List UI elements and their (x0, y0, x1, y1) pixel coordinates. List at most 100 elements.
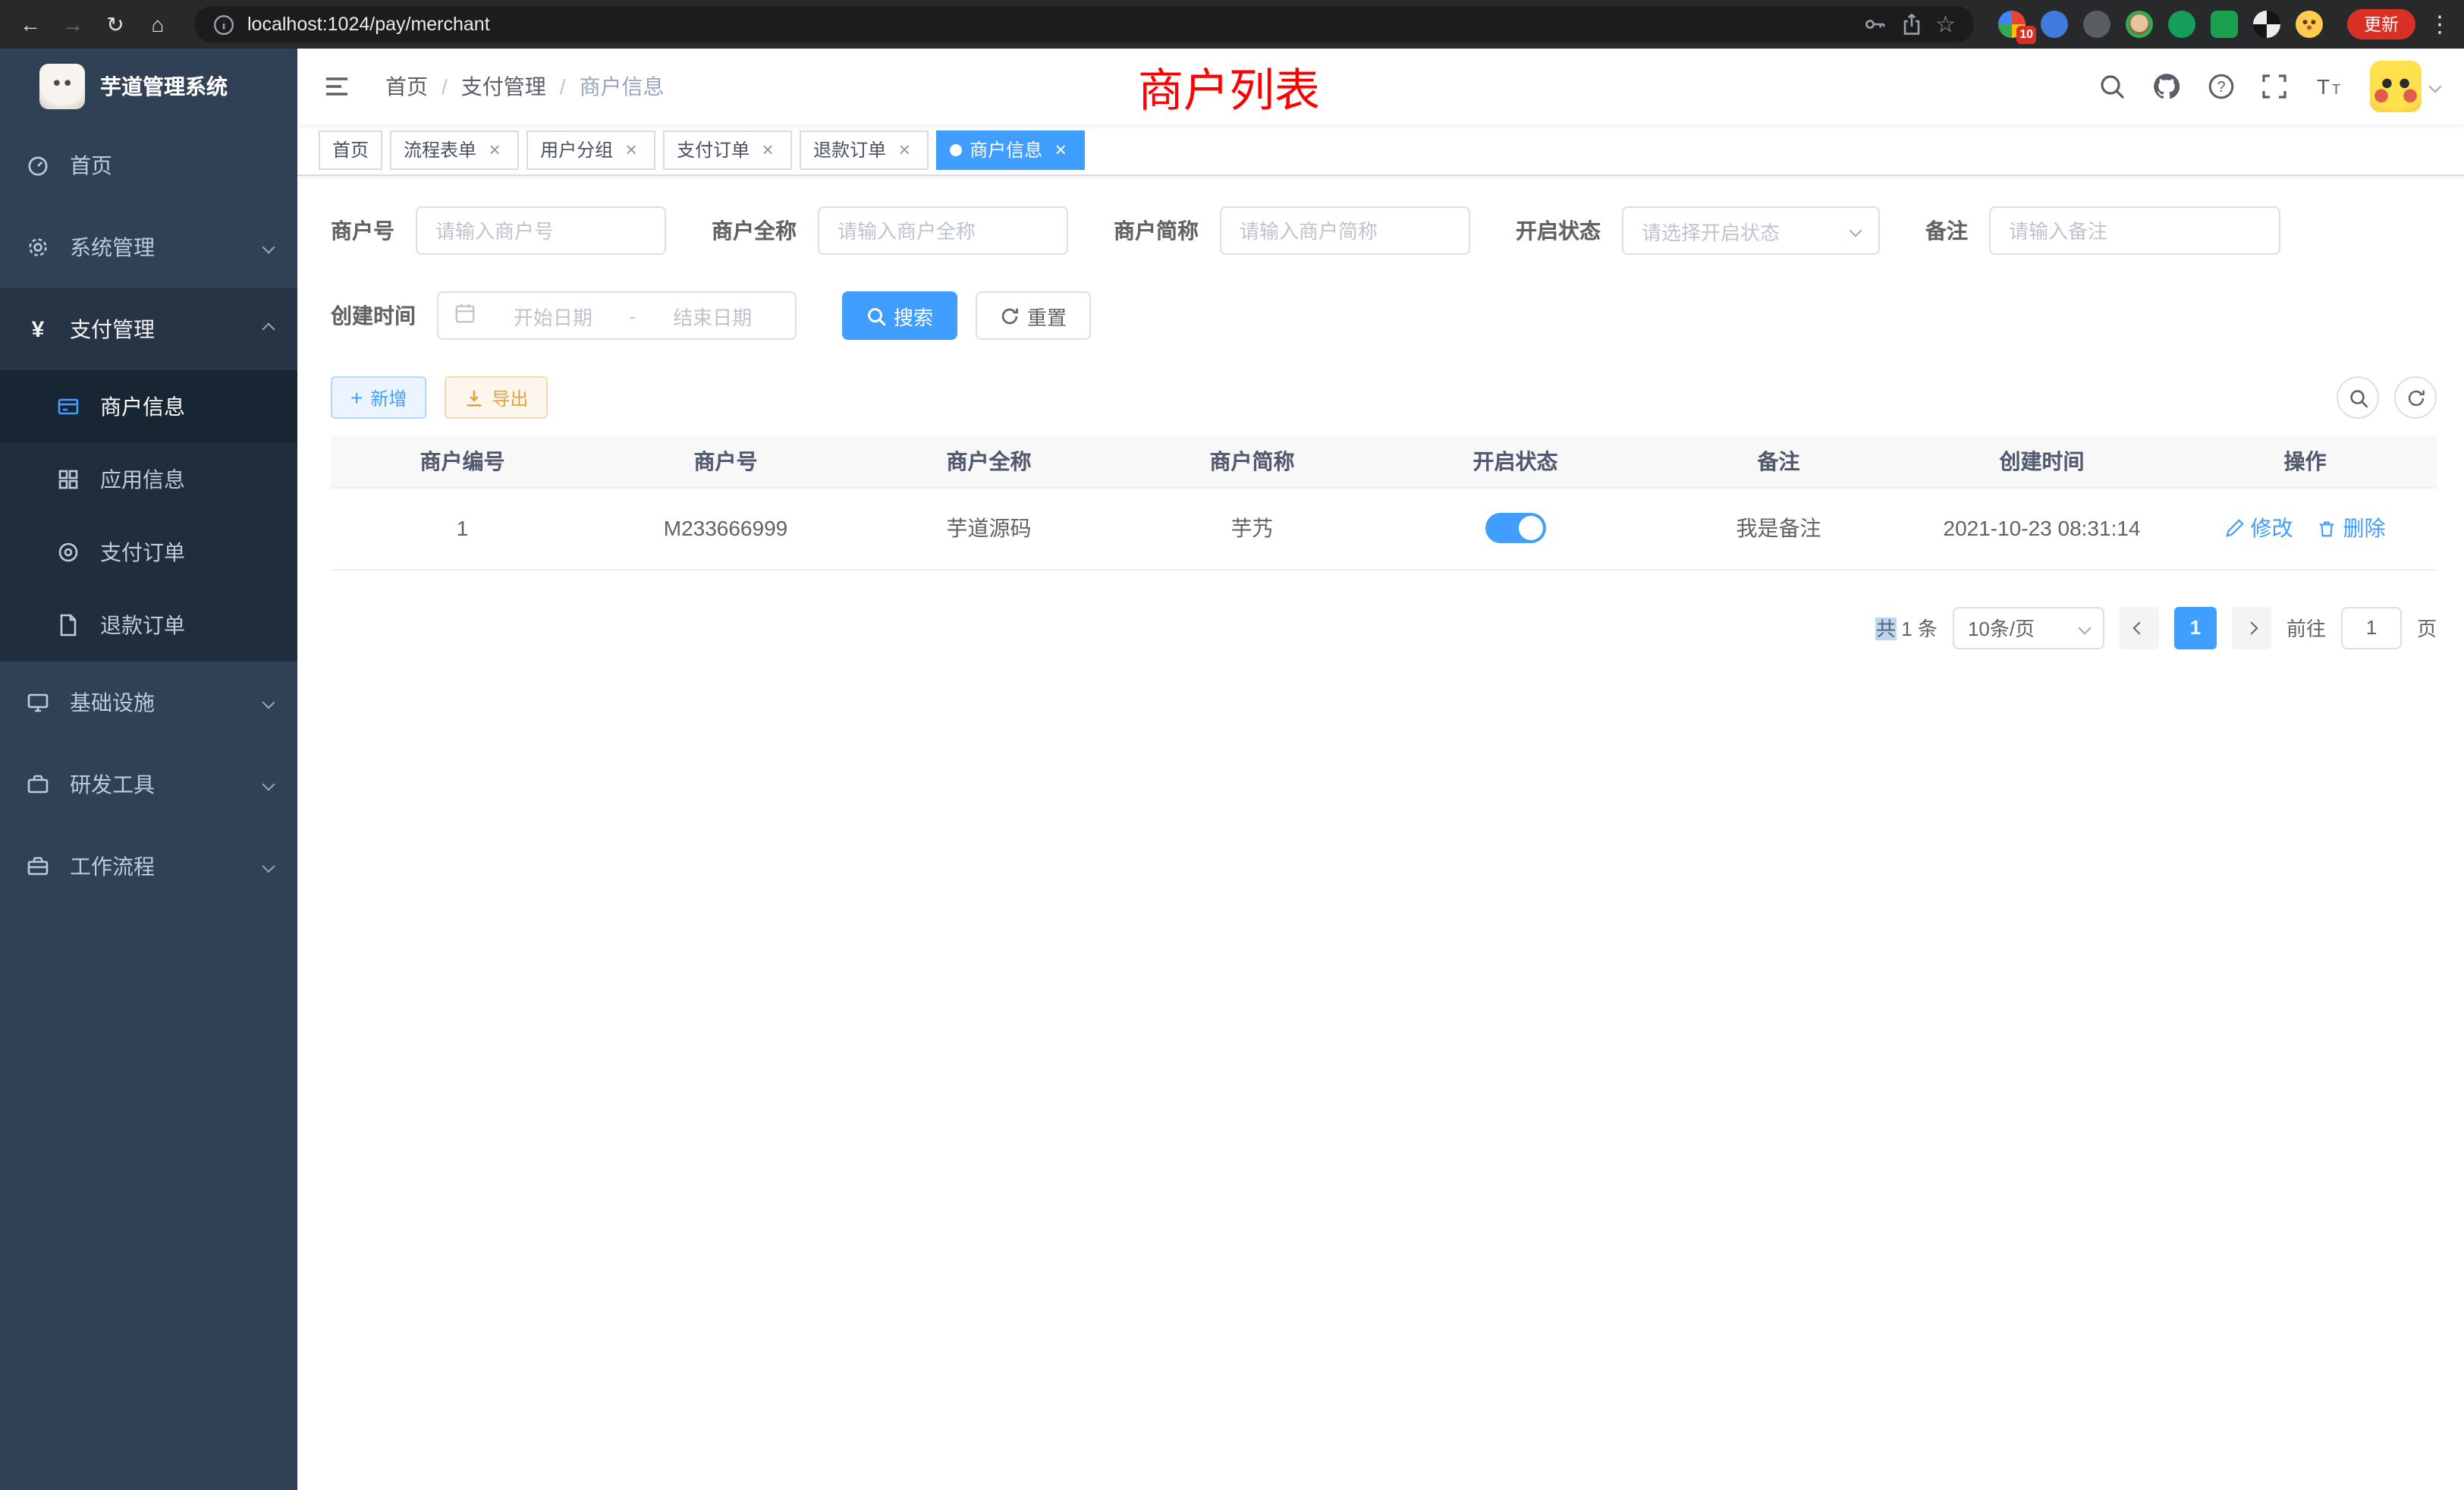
forward-button[interactable]: → (55, 6, 91, 42)
gear-icon (24, 235, 52, 259)
font-size-icon[interactable]: TT (2314, 71, 2344, 102)
close-icon[interactable]: × (1050, 139, 1071, 160)
sidebar-item-infrastructure[interactable]: 基础设施 (0, 662, 297, 743)
page-1-button[interactable]: 1 (2174, 606, 2217, 649)
logo-avatar (39, 64, 85, 109)
extension-smiley-icon[interactable] (2296, 11, 2323, 38)
plus-icon (350, 386, 363, 409)
sidebar-item-workflow[interactable]: 工作流程 (0, 825, 297, 907)
filter-merchant-no: 商户号 (331, 206, 666, 255)
search-button[interactable]: 搜索 (842, 291, 957, 340)
filter-status: 开启状态 请选择开启状态 (1516, 206, 1880, 255)
filter-row-2: 创建时间 开始日期 - 结束日期 搜索 (331, 291, 2437, 340)
extension-green-circle-icon[interactable] (2168, 11, 2195, 38)
browser-window: ← → ↻ ⌂ localhost:1024/pay/merchant ☆ 10 (0, 0, 2464, 1490)
sidebar-subitem-app-info[interactable]: 应用信息 (0, 443, 297, 516)
goto-page-input[interactable] (2341, 606, 2402, 649)
briefcase-icon (24, 854, 52, 879)
breadcrumb-item-merchant-info: 商户信息 (580, 71, 665, 102)
app-root: 芋道管理系统 首页 系统管理 ¥ 支付管 (0, 49, 2464, 1490)
remark-input[interactable] (1989, 206, 2280, 255)
close-icon[interactable]: × (621, 139, 642, 160)
tab-merchant-info[interactable]: 商户信息 × (936, 130, 1085, 169)
edit-link[interactable]: 修改 (2225, 513, 2293, 543)
sidebar-item-system[interactable]: 系统管理 (0, 206, 297, 288)
share-icon[interactable] (1899, 12, 1923, 36)
sidebar-item-home[interactable]: 首页 (0, 124, 297, 206)
sidebar-subitem-refund-order[interactable]: 退款订单 (0, 589, 297, 662)
tab-process-form[interactable]: 流程表单 × (390, 130, 519, 169)
close-icon[interactable]: × (757, 139, 778, 160)
sidebar-item-devtools[interactable]: 研发工具 (0, 743, 297, 825)
reset-button[interactable]: 重置 (976, 291, 1091, 340)
next-page-button[interactable] (2232, 606, 2271, 649)
chrome-update-button[interactable]: 更新 (2347, 9, 2415, 39)
browser-chrome: ← → ↻ ⌂ localhost:1024/pay/merchant ☆ 10 (0, 0, 2464, 49)
site-info-icon[interactable] (212, 13, 235, 36)
sidebar: 芋道管理系统 首页 系统管理 ¥ 支付管 (0, 49, 297, 1490)
tab-payment-order[interactable]: 支付订单 × (663, 130, 792, 169)
short-name-input[interactable] (1220, 206, 1470, 255)
extension-green-square-icon[interactable] (2211, 11, 2238, 38)
prev-page-button[interactable] (2120, 606, 2159, 649)
toggle-search-button[interactable] (2337, 376, 2379, 419)
close-icon[interactable]: × (894, 139, 915, 160)
extensions-area: 10 (1986, 11, 2335, 38)
toolbox-icon (24, 772, 52, 797)
extension-dark-icon[interactable] (2083, 11, 2110, 38)
status-toggle[interactable] (1485, 513, 1546, 543)
page-size-select[interactable]: 10条/页 (1953, 606, 2104, 649)
address-bar[interactable]: localhost:1024/pay/merchant ☆ (194, 6, 1974, 42)
breadcrumb-item-home[interactable]: 首页 (385, 71, 428, 102)
delete-link[interactable]: 删除 (2318, 513, 2386, 543)
goto-suffix: 页 (2417, 613, 2437, 642)
document-icon (55, 613, 82, 637)
goto-label: 前往 (2286, 613, 2326, 642)
hamburger-icon[interactable] (322, 71, 352, 102)
svg-text:T: T (2317, 75, 2330, 99)
chevron-left-icon (2132, 621, 2145, 634)
date-range-picker[interactable]: 开始日期 - 结束日期 (437, 291, 797, 340)
bookmark-star-icon[interactable]: ☆ (1935, 13, 1956, 36)
breadcrumb-item-payment[interactable]: 支付管理 (461, 71, 546, 102)
github-icon[interactable] (2151, 71, 2182, 102)
search-icon[interactable] (2098, 73, 2126, 100)
reload-button[interactable]: ↻ (97, 6, 134, 42)
extension-pinwheel-icon[interactable] (2253, 11, 2280, 38)
url-text: localhost:1024/pay/merchant (247, 14, 1850, 35)
table-row: 1 M233666999 芋道源码 芋艿 我是备注 2021-10-23 08:… (331, 487, 2437, 569)
user-avatar[interactable] (2370, 61, 2440, 112)
extension-avatar-icon[interactable] (2126, 11, 2153, 38)
tab-home[interactable]: 首页 (319, 130, 382, 169)
sidebar-subitem-merchant-info[interactable]: 商户信息 (0, 370, 297, 443)
sidebar-subitem-payment-order[interactable]: 支付订单 (0, 516, 297, 589)
logo[interactable]: 芋道管理系统 (0, 49, 297, 124)
sidebar-item-payment[interactable]: ¥ 支付管理 (0, 288, 297, 370)
svg-text:?: ? (2217, 79, 2225, 96)
add-button[interactable]: 新增 (331, 376, 426, 419)
close-icon[interactable]: × (484, 139, 505, 160)
chevron-down-icon (262, 696, 275, 709)
back-button[interactable]: ← (12, 6, 49, 42)
home-button[interactable]: ⌂ (140, 6, 176, 42)
monitor-icon (24, 690, 52, 715)
extension-blue-icon[interactable] (2041, 11, 2068, 38)
full-name-input[interactable] (818, 206, 1068, 255)
export-button[interactable]: 导出 (445, 376, 548, 419)
merchant-no-input[interactable] (416, 206, 666, 255)
extension-colorful-icon[interactable]: 10 (1998, 11, 2026, 38)
browser-menu-icon[interactable]: ⋮ (2428, 11, 2452, 38)
fullscreen-icon[interactable] (2261, 73, 2288, 100)
extension-badge: 10 (2016, 26, 2036, 44)
refresh-button[interactable] (2394, 376, 2437, 419)
filter-full-name: 商户全称 (712, 206, 1068, 255)
col-remark: 备注 (1647, 435, 1910, 487)
help-icon[interactable]: ? (2208, 73, 2235, 100)
chevron-right-icon (2245, 621, 2258, 634)
chevron-down-icon (262, 860, 275, 873)
col-status: 开启状态 (1384, 435, 1647, 487)
tab-user-group[interactable]: 用户分组 × (526, 130, 655, 169)
password-key-icon[interactable] (1862, 12, 1887, 36)
status-select[interactable]: 请选择开启状态 (1622, 206, 1880, 255)
tab-refund-order[interactable]: 退款订单 × (800, 130, 929, 169)
